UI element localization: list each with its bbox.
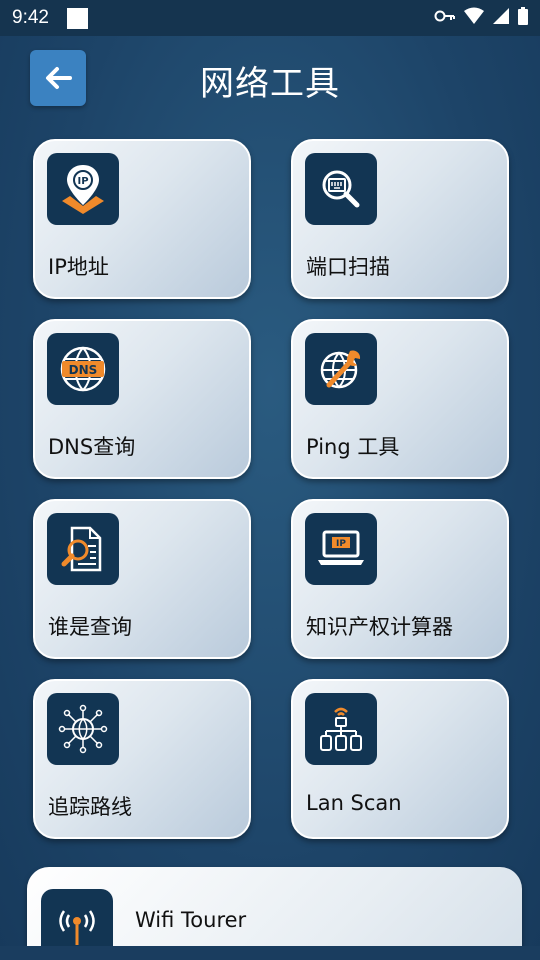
globe-wrench-icon xyxy=(320,350,361,389)
battery-icon xyxy=(518,7,528,25)
status-time: 9:42 xyxy=(12,7,49,28)
tool-card-label: 知识产权计算器 xyxy=(306,615,453,639)
tool-card-label: Wifi Tourer xyxy=(135,908,247,932)
tool-card-ip-calculator[interactable]: IP 知识产权计算器 xyxy=(291,499,509,659)
port-scan-icon xyxy=(322,170,360,208)
tool-card-ip-address[interactable]: IP IP地址 xyxy=(33,139,251,299)
cell-signal-icon xyxy=(493,8,509,24)
icon-container xyxy=(305,693,377,765)
svg-text:DNS: DNS xyxy=(69,363,98,377)
tool-card-whois[interactable]: 谁是查询 xyxy=(33,499,251,659)
tool-card-port-scan[interactable]: 端口扫描 xyxy=(291,139,509,299)
dns-globe-icon: DNS xyxy=(60,346,106,392)
status-bar: 9:42 xyxy=(0,0,540,36)
svg-text:IP: IP xyxy=(77,176,88,187)
tool-card-label: DNS查询 xyxy=(48,435,136,459)
notification-icon xyxy=(66,7,88,29)
tool-card-label: Ping 工具 xyxy=(306,435,400,459)
tool-card-ping[interactable]: Ping 工具 xyxy=(291,319,509,479)
tool-card-label: 追踪路线 xyxy=(48,795,132,819)
wifi-signal-icon xyxy=(464,7,484,24)
tool-card-traceroute[interactable]: 追踪路线 xyxy=(33,679,251,839)
icon-container xyxy=(305,333,377,405)
tool-card-lan-scan[interactable]: Lan Scan xyxy=(291,679,509,839)
document-search-icon xyxy=(61,526,102,572)
icon-container xyxy=(47,513,119,585)
svg-text:IP: IP xyxy=(336,539,346,549)
icon-container: IP xyxy=(305,513,377,585)
ip-location-icon: IP xyxy=(62,165,104,214)
tool-card-label: IP地址 xyxy=(48,255,109,279)
ip-laptop-icon: IP xyxy=(318,530,364,565)
wifi-antenna-icon xyxy=(59,910,95,945)
tool-card-dns-lookup[interactable]: DNS DNS查询 xyxy=(33,319,251,479)
tool-card-label: 谁是查询 xyxy=(48,615,132,639)
icon-container xyxy=(47,693,119,765)
icon-container: DNS xyxy=(47,333,119,405)
lan-devices-icon xyxy=(320,707,362,751)
icon-container: IP xyxy=(47,153,119,225)
page-title: 网络工具 xyxy=(200,64,340,104)
tool-card-label: Lan Scan xyxy=(306,791,402,815)
navigation-bar-edge xyxy=(0,946,540,960)
icon-container xyxy=(305,153,377,225)
network-globe-icon xyxy=(58,704,108,754)
tool-card-label: 端口扫描 xyxy=(306,255,390,279)
status-icons xyxy=(434,7,528,25)
vpn-key-icon xyxy=(434,10,455,22)
